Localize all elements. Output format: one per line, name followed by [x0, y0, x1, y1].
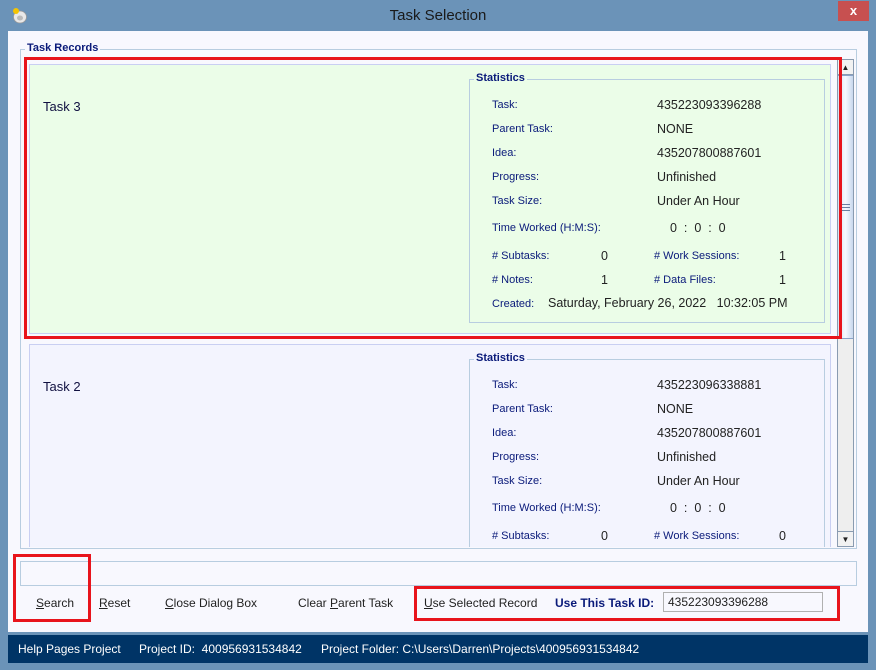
progress-label: Progress:	[492, 451, 540, 463]
progress-value: Unfinished	[657, 170, 717, 184]
idea-value: 435207800887601	[657, 426, 762, 440]
data-files-label: # Data Files:	[654, 274, 716, 286]
reset-mnemonic: R	[99, 596, 108, 610]
parent-task-value: NONE	[657, 402, 694, 416]
clear-parent-label: arent Task	[338, 596, 394, 610]
statistics-group: Statistics Task: 435223093396288 Parent …	[469, 72, 825, 323]
close-dialog-button[interactable]: Close Dialog Box	[165, 596, 257, 610]
parent-task-label: Parent Task:	[492, 123, 553, 135]
task-records-legend: Task Records	[25, 42, 101, 54]
task-size-value: Under An Hour	[657, 194, 740, 208]
idea-value: 435207800887601	[657, 146, 762, 160]
grip-icon	[841, 204, 850, 211]
time-worked-label: Time Worked (H:M:S):	[492, 502, 601, 514]
status-bar: Help Pages Project Project ID: 400956931…	[8, 635, 868, 663]
data-files-value: 1	[779, 273, 786, 287]
work-sessions-label: # Work Sessions:	[654, 530, 740, 542]
subtasks-label: # Subtasks:	[492, 530, 550, 542]
use-task-highlight-box	[414, 586, 840, 621]
records-scrollbar[interactable]: ▲ ▼	[837, 59, 854, 547]
record-title: Task 2	[43, 379, 81, 394]
project-folder: Project Folder: C:\Users\Darren\Projects…	[321, 642, 640, 656]
task-size-label: Task Size:	[492, 195, 543, 207]
project-name: Help Pages Project	[18, 642, 121, 656]
close-label: lose Dialog Box	[173, 596, 258, 610]
task-record-task-3[interactable]: Task 3 Statistics Task: 435223093396288 …	[29, 64, 831, 334]
subtasks-value: 0	[601, 249, 608, 263]
time-worked-value: 0 : 0 : 0	[670, 221, 726, 235]
task-label: Task:	[492, 379, 518, 391]
window-title: Task Selection	[389, 7, 487, 24]
task-value: 435223093396288	[657, 98, 762, 112]
task-size-label: Task Size:	[492, 475, 543, 487]
close-window-button[interactable]: x	[838, 1, 869, 21]
clear-parent-pre: Clear	[298, 596, 331, 610]
task-label: Task:	[492, 99, 518, 111]
work-sessions-label: # Work Sessions:	[654, 250, 740, 262]
subtasks-label: # Subtasks:	[492, 250, 550, 262]
reset-button[interactable]: Reset	[99, 596, 130, 610]
task-selection-window: Task Selection x Task Records Task 3 Sta…	[0, 0, 876, 670]
reset-label: eset	[107, 596, 131, 610]
task-records-group: Task Records Task 3 Statistics Task: 435…	[20, 42, 857, 549]
close-icon: x	[849, 3, 858, 18]
time-worked-label: Time Worked (H:M:S):	[492, 222, 601, 234]
search-highlight-box	[13, 554, 91, 622]
progress-label: Progress:	[492, 171, 540, 183]
clear-parent-mnemonic: P	[330, 596, 339, 610]
task-size-value: Under An Hour	[657, 474, 740, 488]
statistics-legend: Statistics	[474, 72, 527, 84]
scroll-up-arrow-icon[interactable]: ▲	[838, 60, 853, 75]
project-id: Project ID: 400956931534842	[139, 642, 302, 656]
scroll-down-arrow-icon[interactable]: ▼	[838, 531, 853, 546]
notes-label: # Notes:	[492, 274, 533, 286]
created-label: Created:	[492, 298, 535, 310]
search-input[interactable]	[20, 561, 857, 586]
created-value: Saturday, February 26, 2022 10:32:05 PM	[548, 296, 788, 310]
subtasks-value: 0	[601, 529, 608, 543]
parent-task-label: Parent Task:	[492, 403, 553, 415]
idea-label: Idea:	[492, 427, 517, 439]
statistics-legend: Statistics	[474, 352, 527, 364]
task-records-list: Task 3 Statistics Task: 435223093396288 …	[23, 59, 839, 547]
task-value: 435223096338881	[657, 378, 762, 392]
clear-parent-task-button[interactable]: Clear Parent Task	[298, 596, 393, 610]
close-mnemonic: C	[165, 596, 174, 610]
title-bar[interactable]: Task Selection x	[0, 0, 876, 31]
record-title: Task 3	[43, 99, 81, 114]
task-record-task-2[interactable]: Task 2 Statistics Task: 435223096338881 …	[29, 344, 831, 547]
dialog-client-area: Task Records Task 3 Statistics Task: 435…	[8, 31, 868, 632]
statistics-group: Statistics Task: 435223096338881 Parent …	[469, 352, 825, 547]
scrollbar-thumb[interactable]	[838, 75, 853, 339]
parent-task-value: NONE	[657, 122, 694, 136]
work-sessions-value: 0	[779, 529, 786, 543]
time-worked-value: 0 : 0 : 0	[670, 501, 726, 515]
work-sessions-value: 1	[779, 249, 786, 263]
idea-label: Idea:	[492, 147, 517, 159]
notes-value: 1	[601, 273, 608, 287]
progress-value: Unfinished	[657, 450, 717, 464]
